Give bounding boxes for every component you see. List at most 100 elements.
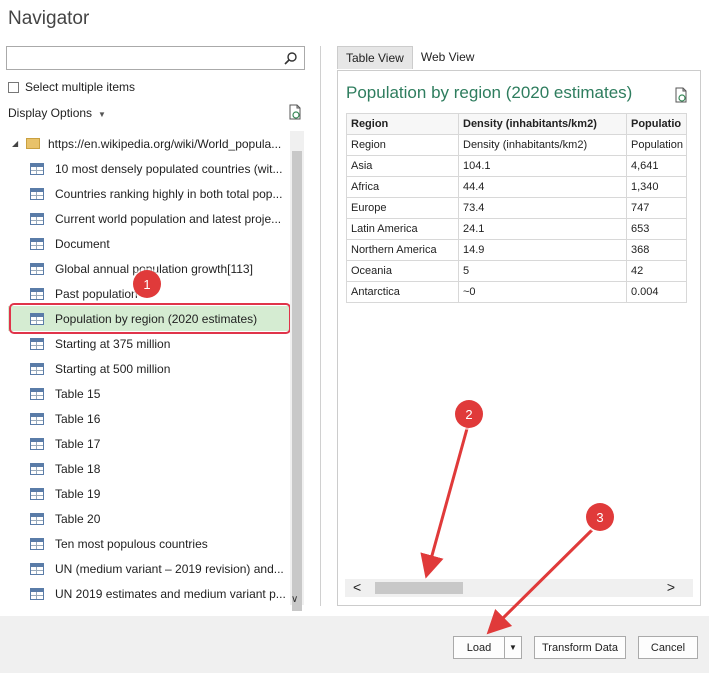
table-cell: 368 <box>626 239 687 261</box>
tree-item-label: Table 20 <box>55 511 101 526</box>
table-icon <box>30 312 44 325</box>
table-cell: 4,641 <box>626 155 687 177</box>
tree-scrollbar-thumb[interactable] <box>292 151 302 611</box>
chevron-right-icon[interactable]: > <box>667 579 675 595</box>
tree-item-label: Current world population and latest proj… <box>55 211 282 226</box>
table-cell: Density (inhabitants/km2) <box>458 134 627 156</box>
table-icon <box>30 362 44 375</box>
tree-item-label: Table 17 <box>55 436 101 451</box>
table-cell: 5 <box>458 260 627 282</box>
window-title: Navigator <box>8 8 90 29</box>
preview-pane: Population by region (2020 estimates) Re… <box>337 70 701 606</box>
folder-icon <box>26 138 40 149</box>
tree-item[interactable]: Table 16 <box>8 406 290 431</box>
table-icon <box>30 437 44 450</box>
annotation-badge-1: 1 <box>133 270 161 298</box>
refresh-document-icon[interactable] <box>674 87 688 103</box>
caret-down-icon: ▼ <box>509 643 517 652</box>
table-row: Asia 104.1 4,641 <box>346 155 687 177</box>
tree-item-label: Population by region (2020 estimates) <box>55 311 258 326</box>
tree-item-label: UN 2019 estimates and medium variant p..… <box>55 586 286 601</box>
table-cell: 14.9 <box>458 239 627 261</box>
load-button[interactable]: Load <box>453 636 505 659</box>
tree-item[interactable]: Starting at 500 million <box>8 356 290 381</box>
tree-scrollbar[interactable]: ∨ <box>290 131 304 611</box>
preview-table: Region Density (inhabitants/km2) Populatio… <box>346 113 687 303</box>
table-icon <box>30 187 44 200</box>
tree-item[interactable]: Ten most populous countries <box>8 531 290 556</box>
tree-item[interactable]: Table 17 <box>8 431 290 456</box>
tree-item[interactable]: Current world population and latest proj… <box>8 206 290 231</box>
search-icon[interactable] <box>284 51 298 65</box>
navigator-tree: ◢ https://en.wikipedia.org/wiki/World_po… <box>8 131 290 605</box>
table-cell: ~0 <box>458 281 627 303</box>
tree-item[interactable]: Starting at 375 million <box>8 331 290 356</box>
tree-item[interactable]: UN 2019 estimates and medium variant p..… <box>8 581 290 605</box>
table-cell: Region <box>346 134 459 156</box>
table-icon <box>30 387 44 400</box>
tree-item[interactable]: Table 15 <box>8 381 290 406</box>
tab-web-view[interactable]: Web View <box>413 46 483 69</box>
view-tabs: Table View Web View <box>337 46 482 69</box>
table-icon <box>30 237 44 250</box>
cancel-button[interactable]: Cancel <box>638 636 698 659</box>
tree-item-label: Countries ranking highly in both total p… <box>55 186 283 201</box>
table-icon <box>30 587 44 600</box>
table-icon <box>30 412 44 425</box>
display-options-dropdown[interactable]: Display Options ▼ <box>8 106 106 120</box>
tree-item-label: Past population <box>55 286 138 301</box>
preview-horizontal-scrollbar[interactable]: < > <box>345 579 693 597</box>
tree-item-label: Table 18 <box>55 461 101 476</box>
table-icon <box>30 212 44 225</box>
tree-item[interactable]: Table 19 <box>8 481 290 506</box>
table-cell: Northern America <box>346 239 459 261</box>
table-cell: 104.1 <box>458 155 627 177</box>
table-row: Northern America 14.9 368 <box>346 239 687 261</box>
table-cell: 0.004 <box>626 281 687 303</box>
table-cell: 24.1 <box>458 218 627 240</box>
tree-root[interactable]: ◢ https://en.wikipedia.org/wiki/World_po… <box>8 131 290 156</box>
tree-item-label: 10 most densely populated countries (wit… <box>55 161 283 176</box>
tree-item-label: UN (medium variant – 2019 revision) and.… <box>55 561 284 576</box>
chevron-down-icon[interactable]: ∨ <box>291 594 298 605</box>
load-options-dropdown[interactable]: ▼ <box>504 636 522 659</box>
table-cell: Europe <box>346 197 459 219</box>
table-icon <box>30 287 44 300</box>
tree-item[interactable]: 10 most densely populated countries (wit… <box>8 156 290 181</box>
tree-item[interactable]: Table 18 <box>8 456 290 481</box>
table-row: Antarctica ~0 0.004 <box>346 281 687 303</box>
select-multiple-option[interactable]: Select multiple items <box>8 80 135 94</box>
preview-title: Population by region (2020 estimates) <box>346 83 633 102</box>
table-cell: Latin America <box>346 218 459 240</box>
search-input[interactable] <box>6 46 305 70</box>
table-row: Africa 44.4 1,340 <box>346 176 687 198</box>
refresh-document-icon[interactable] <box>288 104 302 120</box>
select-multiple-label: Select multiple items <box>25 80 136 94</box>
tree-item[interactable]: Countries ranking highly in both total p… <box>8 181 290 206</box>
preview-scrollbar-thumb[interactable] <box>375 582 463 594</box>
pane-divider <box>320 46 321 606</box>
table-icon <box>30 512 44 525</box>
table-cell: 73.4 <box>458 197 627 219</box>
column-header: Region <box>346 113 459 135</box>
tree-item-label: Table 15 <box>55 386 101 401</box>
display-options-label: Display Options <box>8 106 93 120</box>
table-cell: Africa <box>346 176 459 198</box>
tree-item[interactable]: Population by region (2020 estimates) <box>8 306 290 331</box>
select-multiple-checkbox[interactable] <box>8 81 19 93</box>
tree-item[interactable]: Document <box>8 231 290 256</box>
chevron-left-icon[interactable]: < <box>353 579 361 595</box>
tree-item-label: Table 16 <box>55 411 101 426</box>
table-cell: Asia <box>346 155 459 177</box>
tree-item[interactable]: UN (medium variant – 2019 revision) and.… <box>8 556 290 581</box>
collapse-arrow-icon[interactable]: ◢ <box>12 139 22 148</box>
table-cell: Antarctica <box>346 281 459 303</box>
tree-root-label: https://en.wikipedia.org/wiki/World_popu… <box>48 136 282 151</box>
tree-item-label: Starting at 500 million <box>55 361 171 376</box>
annotation-badge-3: 3 <box>586 503 614 531</box>
tab-table-view[interactable]: Table View <box>337 46 413 69</box>
tree-item[interactable]: Table 20 <box>8 506 290 531</box>
transform-data-button[interactable]: Transform Data <box>534 636 626 659</box>
table-cell: 653 <box>626 218 687 240</box>
table-cell: Oceania <box>346 260 459 282</box>
